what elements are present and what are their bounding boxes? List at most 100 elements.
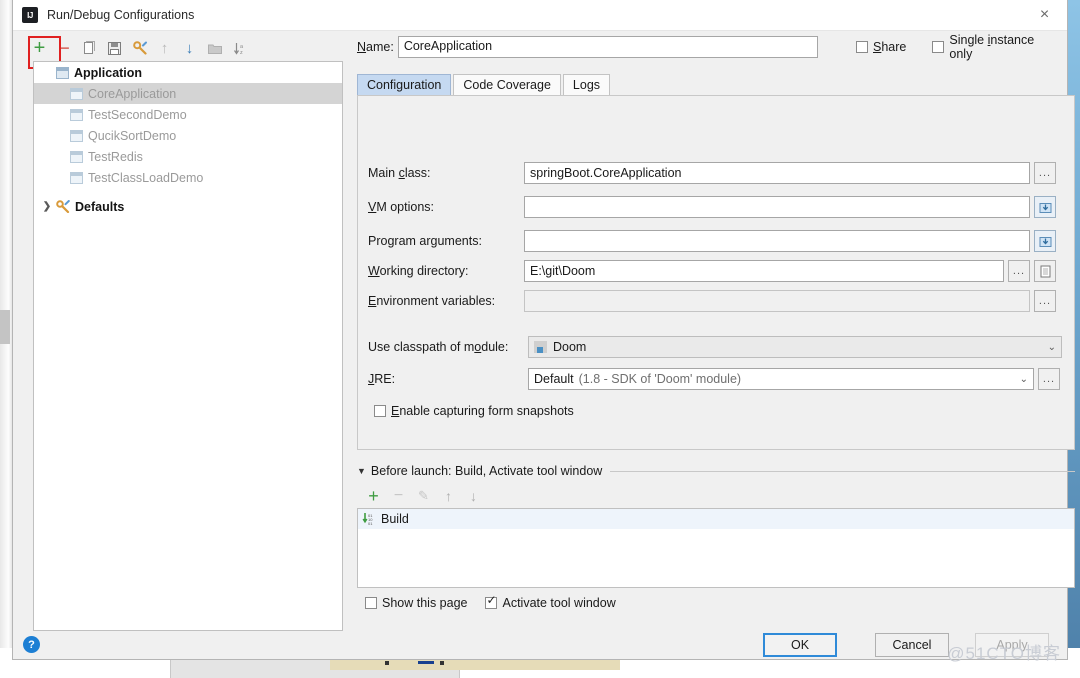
configuration-editor-pane: Name: CoreApplication Share Single insta… bbox=[357, 33, 1075, 610]
jre-combobox[interactable]: Default (1.8 - SDK of 'Doom' module) ⌄ bbox=[528, 368, 1034, 390]
share-checkbox-label: Share bbox=[873, 40, 907, 54]
copy-configuration-icon[interactable] bbox=[77, 36, 102, 60]
edit-defaults-icon[interactable] bbox=[127, 36, 152, 60]
new-folder-icon[interactable] bbox=[202, 36, 227, 60]
working-directory-macro-icon[interactable] bbox=[1034, 260, 1056, 282]
activate-tool-window-label: Activate tool window bbox=[502, 596, 616, 610]
vm-options-row: VM options: bbox=[368, 196, 1068, 218]
environment-variables-browse-button[interactable]: ... bbox=[1034, 290, 1056, 312]
dialog-titlebar: IJ Run/Debug Configurations × bbox=[13, 0, 1067, 31]
program-arguments-expand-icon[interactable] bbox=[1034, 230, 1056, 252]
remove-task-button[interactable]: − bbox=[386, 485, 411, 507]
edit-task-icon[interactable]: ✎ bbox=[411, 485, 436, 507]
configuration-icon bbox=[70, 87, 83, 100]
tab-code-coverage[interactable]: Code Coverage bbox=[453, 74, 561, 95]
apply-button: Apply bbox=[975, 633, 1049, 657]
remove-configuration-button[interactable]: − bbox=[52, 36, 77, 60]
tab-logs[interactable]: Logs bbox=[562, 74, 611, 95]
application-folder-icon bbox=[56, 66, 69, 79]
chevron-down-icon[interactable]: ⌄ bbox=[1014, 374, 1028, 385]
single-instance-checkbox-box[interactable] bbox=[932, 41, 945, 53]
name-input[interactable]: CoreApplication bbox=[397, 36, 819, 58]
defaults-wrench-icon bbox=[56, 200, 70, 214]
before-launch-task-row[interactable]: 01 10 01 Build bbox=[358, 509, 1074, 529]
dialog-title: Run/Debug Configurations bbox=[47, 8, 195, 22]
show-this-page-checkbox[interactable]: Show this page bbox=[365, 596, 467, 610]
vm-options-input[interactable] bbox=[524, 196, 1030, 218]
main-class-row: Main class: springBoot.CoreApplication .… bbox=[368, 162, 1068, 184]
show-this-page-label: Show this page bbox=[382, 596, 468, 610]
defaults-expander-icon[interactable]: ❯ bbox=[40, 201, 54, 212]
main-class-label: Main class: bbox=[368, 166, 431, 180]
show-this-page-checkbox-box[interactable] bbox=[365, 597, 377, 609]
move-task-up-button[interactable]: ↑ bbox=[436, 485, 461, 507]
add-configuration-button[interactable]: + bbox=[27, 36, 52, 60]
tree-group-application-label: Application bbox=[74, 65, 143, 80]
floppy-icon-svg bbox=[108, 41, 121, 55]
configurations-toolbar: + − ↑ ↓ a z bbox=[27, 34, 343, 62]
vm-options-expand-icon[interactable] bbox=[1034, 196, 1056, 218]
save-configuration-icon[interactable] bbox=[102, 36, 127, 60]
tree-item-label: QucikSortDemo bbox=[88, 128, 177, 143]
move-down-button[interactable]: ↓ bbox=[177, 36, 202, 60]
dialog-footer: ? OK Cancel Apply @51CTO博客 bbox=[13, 631, 1069, 663]
vm-options-label: VM options: bbox=[368, 200, 435, 214]
share-checkbox-box[interactable] bbox=[856, 41, 869, 53]
environment-variables-input[interactable] bbox=[524, 290, 1030, 312]
tree-item-testclassloaddemo[interactable]: TestClassLoadDemo bbox=[34, 167, 342, 188]
tree-item-testredis[interactable]: TestRedis bbox=[34, 146, 342, 167]
editor-tabs: Configuration Code Coverage Logs bbox=[357, 74, 612, 95]
taskbar-dot-right bbox=[440, 661, 444, 665]
tab-configuration[interactable]: Configuration bbox=[357, 74, 452, 95]
tree-item-coreapplication[interactable]: CoreApplication bbox=[34, 83, 342, 104]
intellij-logo-icon: IJ bbox=[22, 7, 38, 23]
activate-tool-window-checkbox-box[interactable] bbox=[485, 594, 498, 609]
wrench-icon-svg bbox=[132, 41, 147, 55]
move-up-button[interactable]: ↑ bbox=[152, 36, 177, 60]
configurations-tree[interactable]: Application CoreApplication TestSecondDe… bbox=[33, 61, 343, 631]
move-task-down-button[interactable]: ↓ bbox=[461, 485, 486, 507]
working-directory-label: Working directory: bbox=[368, 264, 469, 278]
jre-value: Default bbox=[534, 372, 574, 386]
configuration-icon bbox=[70, 108, 83, 121]
cancel-button[interactable]: Cancel bbox=[875, 633, 949, 657]
ok-button[interactable]: OK bbox=[763, 633, 837, 657]
jre-browse-button[interactable]: ... bbox=[1038, 368, 1060, 390]
taskbar-dot-left bbox=[385, 661, 389, 665]
jre-hint: (1.8 - SDK of 'Doom' module) bbox=[578, 372, 742, 386]
working-directory-input[interactable]: E:\git\Doom bbox=[524, 260, 1004, 282]
enable-capturing-label: Enable capturing form snapshots bbox=[391, 404, 574, 418]
chevron-down-icon[interactable]: ⌄ bbox=[1042, 342, 1056, 353]
main-class-input[interactable]: springBoot.CoreApplication bbox=[524, 162, 1030, 184]
before-launch-header[interactable]: ▼ Before launch: Build, Activate tool wi… bbox=[357, 464, 1075, 478]
sort-alphabetically-icon[interactable]: a z bbox=[227, 36, 252, 60]
before-launch-task-list[interactable]: 01 10 01 Build bbox=[357, 508, 1075, 588]
configuration-icon bbox=[70, 150, 83, 163]
configuration-icon bbox=[70, 129, 83, 142]
single-instance-checkbox[interactable]: Single instance only bbox=[932, 33, 1057, 61]
use-classpath-row: Use classpath of module: Doom ⌄ bbox=[368, 336, 1068, 358]
program-arguments-input[interactable] bbox=[524, 230, 1030, 252]
tree-group-defaults[interactable]: ❯ Defaults bbox=[34, 196, 342, 217]
working-directory-browse-button[interactable]: ... bbox=[1008, 260, 1030, 282]
tree-item-testseconddemo[interactable]: TestSecondDemo bbox=[34, 104, 342, 125]
enable-capturing-checkbox-box[interactable] bbox=[374, 405, 386, 417]
before-launch-collapse-icon[interactable]: ▼ bbox=[357, 466, 366, 476]
enable-capturing-checkbox[interactable]: Enable capturing form snapshots bbox=[374, 400, 574, 422]
tree-group-application[interactable]: Application bbox=[34, 62, 342, 83]
help-icon[interactable]: ? bbox=[23, 636, 40, 653]
sort-az-icon-svg: a z bbox=[233, 42, 244, 55]
tree-item-quciksortdemo[interactable]: QucikSortDemo bbox=[34, 125, 342, 146]
close-icon[interactable]: × bbox=[1022, 0, 1067, 30]
activate-tool-window-checkbox[interactable]: Activate tool window bbox=[485, 594, 616, 610]
svg-text:z: z bbox=[240, 50, 243, 55]
main-class-browse-button[interactable]: ... bbox=[1034, 162, 1056, 184]
expand-editor-icon-svg bbox=[1039, 236, 1051, 247]
share-checkbox[interactable]: Share bbox=[856, 40, 906, 54]
add-task-button[interactable]: + bbox=[361, 485, 386, 507]
scrollbar-thumb[interactable] bbox=[0, 310, 10, 344]
before-launch-task-label: Build bbox=[381, 512, 409, 526]
folder-icon-svg bbox=[207, 44, 222, 54]
use-classpath-combobox[interactable]: Doom ⌄ bbox=[528, 336, 1062, 358]
tree-item-label: CoreApplication bbox=[88, 86, 177, 101]
